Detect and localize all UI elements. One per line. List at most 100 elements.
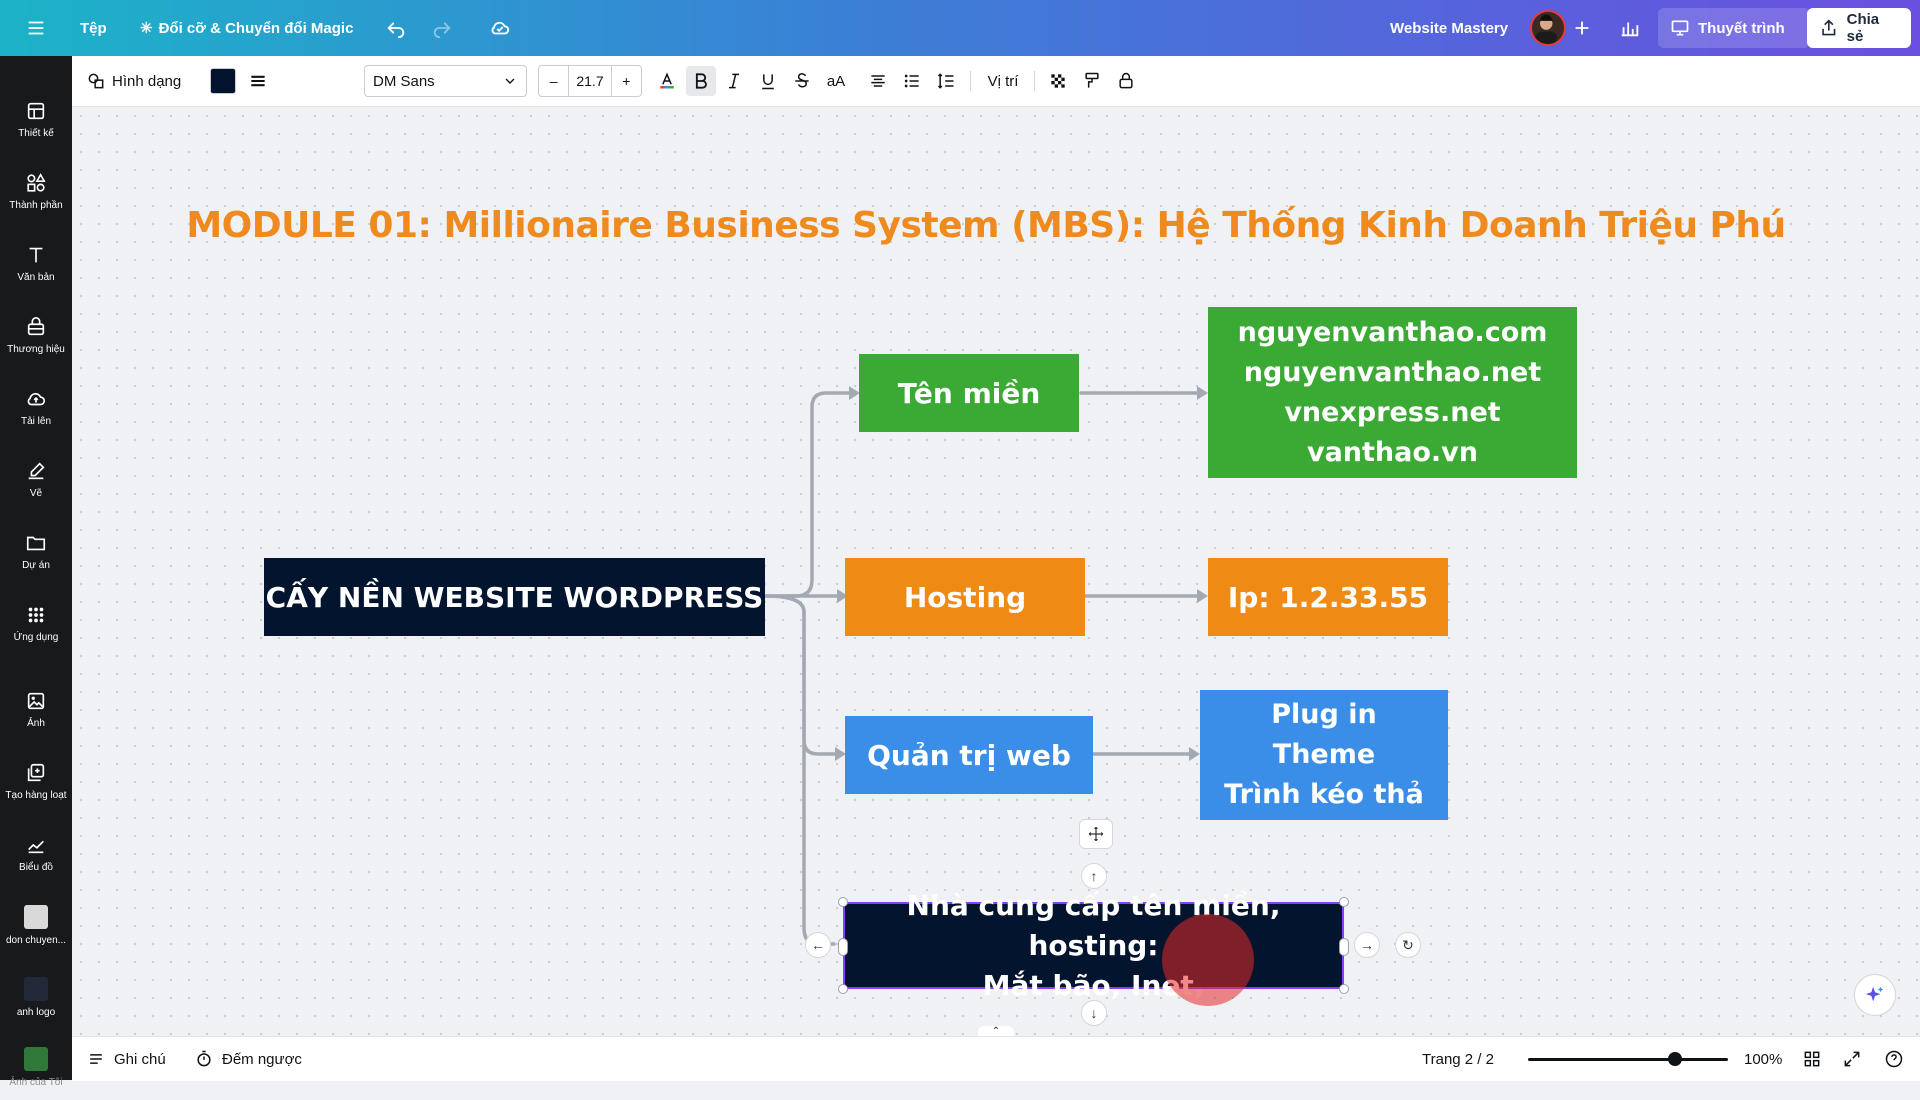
move-handle-icon[interactable] [1079, 819, 1113, 849]
timer-button[interactable]: Đếm ngược [194, 1037, 302, 1081]
lock-icon[interactable] [1112, 66, 1140, 96]
sidebar-item-brand[interactable]: Thương hiệu [0, 302, 72, 368]
shape-menu-button[interactable]: Hình dạng [86, 66, 181, 96]
file-menu[interactable]: Tệp [80, 0, 107, 56]
sidebar-item-my-photos[interactable]: Ảnh của Tôi [0, 1034, 72, 1100]
font-size-input[interactable]: 21.7 [569, 66, 612, 96]
pen-icon [28, 461, 45, 479]
sidebar-item-label: Ứng dụng [13, 631, 59, 643]
root-node-box[interactable]: CẤY NỀN WEBSITE WORDPRESS [264, 558, 765, 636]
resize-handle[interactable] [1339, 938, 1349, 956]
present-label: Thuyết trình [1698, 19, 1785, 37]
hamburger-menu-icon[interactable] [18, 0, 54, 56]
sidebar-item-bulk-create[interactable]: Tạo hàng loạt [0, 748, 72, 814]
rotate-icon[interactable]: ↻ [1395, 932, 1421, 958]
domain-node-box[interactable]: Tên miền [859, 354, 1079, 432]
hosting-node-box[interactable]: Hosting [845, 558, 1085, 636]
text-case-button[interactable]: aA [820, 66, 852, 96]
fill-color-button[interactable] [210, 66, 236, 96]
hosting-detail-box[interactable]: Ip: 1.2.33.55 [1208, 558, 1448, 636]
add-connector-down-icon[interactable]: ↓ [1081, 1000, 1107, 1026]
zoom-slider-track[interactable] [1528, 1058, 1728, 1061]
resize-handle[interactable] [1339, 984, 1349, 994]
sidebar-item-photos[interactable]: Ảnh [0, 676, 72, 742]
underline-icon[interactable] [754, 66, 782, 96]
resize-handle[interactable] [1339, 897, 1349, 907]
bullet-list-icon[interactable] [898, 66, 926, 96]
align-center-icon[interactable] [864, 66, 892, 96]
insights-chart-icon[interactable] [1612, 0, 1648, 56]
sidebar-item-custom-app[interactable]: don chuyen... [0, 892, 72, 958]
text-color-icon[interactable] [654, 66, 680, 96]
increase-font-size-button[interactable]: + [612, 66, 641, 96]
share-button[interactable]: Chia sẻ [1807, 8, 1911, 48]
sidebar-item-logo[interactable]: anh logo [0, 964, 72, 1030]
italic-icon[interactable] [720, 66, 748, 96]
magic-resize-button[interactable]: ✳ Đổi cỡ & Chuyển đổi Magic [140, 0, 353, 56]
add-connector-left-icon[interactable]: ← [805, 932, 831, 958]
grid-view-icon[interactable] [1802, 1037, 1822, 1081]
domain-detail-box[interactable]: nguyenvanthao.com nguyenvanthao.net vnex… [1208, 307, 1577, 478]
present-icon [1671, 20, 1689, 36]
my-photos-thumbnail [24, 1046, 48, 1071]
font-size-stepper[interactable]: – 21.7 + [538, 65, 642, 97]
fill-color-swatch [210, 68, 236, 94]
zoom-level[interactable]: 100% [1744, 1037, 1782, 1081]
selected-text-box[interactable]: Nhà cung cấp tên miền, hosting: Mắt bão,… [843, 889, 1344, 1002]
redo-icon[interactable] [424, 0, 460, 56]
sidebar-item-design[interactable]: Thiết kế [0, 86, 72, 152]
sidebar-item-draw[interactable]: Vẽ [0, 446, 72, 512]
help-icon[interactable] [1884, 1037, 1904, 1081]
add-connector-right-icon[interactable]: → [1354, 932, 1380, 958]
project-name[interactable]: Website Mastery [1390, 0, 1508, 56]
apps-grid-icon [28, 607, 44, 622]
resize-handle[interactable] [838, 984, 848, 994]
share-icon [1822, 19, 1836, 36]
admin-detail-line: Theme [1272, 739, 1376, 770]
cloud-saved-icon[interactable] [482, 0, 518, 56]
font-family-select[interactable]: DM Sans [364, 65, 527, 97]
sidebar-item-projects[interactable]: Dự án [0, 518, 72, 584]
selected-text-line[interactable]: Nhà cung cấp tên miền, hosting: [845, 886, 1342, 966]
sidebar-item-apps[interactable]: Ứng dụng [0, 590, 72, 656]
domain-detail-line: nguyenvanthao.com [1237, 316, 1548, 348]
toolbar-divider [970, 71, 971, 91]
sidebar-item-label: Thiết kế [18, 127, 54, 139]
position-button[interactable]: Vị trí [980, 66, 1026, 96]
toolbar-divider [1034, 71, 1035, 91]
transparency-icon[interactable] [1044, 66, 1072, 96]
add-collaborator-icon[interactable] [1564, 0, 1600, 56]
undo-icon[interactable] [378, 0, 414, 56]
border-style-icon[interactable] [244, 66, 272, 96]
slide-title[interactable]: MODULE 01: Millionaire Business System (… [0, 205, 1920, 246]
magic-assistant-icon[interactable] [1854, 974, 1896, 1016]
bold-icon[interactable] [686, 66, 716, 96]
sidebar-item-label: anh logo [16, 1006, 56, 1018]
domain-detail-line: nguyenvanthao.net [1243, 356, 1542, 388]
admin-node-box[interactable]: Quản trị web [845, 716, 1093, 794]
zoom-slider-knob[interactable] [1668, 1052, 1682, 1066]
custom-app-thumbnail [24, 904, 48, 929]
user-avatar[interactable] [1530, 10, 1566, 46]
resize-handle[interactable] [838, 897, 848, 907]
admin-detail-box[interactable]: Plug in Theme Trình kéo thả [1200, 690, 1448, 820]
paint-format-icon[interactable] [1078, 66, 1106, 96]
sidebar-item-label: Tạo hàng loạt [5, 789, 67, 801]
strikethrough-icon[interactable] [788, 66, 816, 96]
admin-detail-line: Trình kéo thả [1224, 779, 1424, 810]
timer-label: Đếm ngược [222, 1050, 302, 1068]
line-spacing-icon[interactable] [932, 66, 960, 96]
sidebar-item-charts[interactable]: Biểu đồ [0, 820, 72, 886]
resize-handle[interactable] [838, 938, 848, 956]
layout-icon [27, 102, 45, 119]
page-indicator[interactable]: Trang 2 / 2 [1422, 1037, 1494, 1081]
brand-icon [27, 316, 45, 335]
fullscreen-icon[interactable] [1842, 1037, 1862, 1081]
present-button[interactable]: Thuyết trình [1658, 8, 1810, 48]
notes-button[interactable]: Ghi chú [86, 1037, 166, 1081]
sidebar-item-label: Biểu đồ [19, 861, 53, 873]
image-icon [27, 692, 45, 709]
context-toolbar: Hình dạng DM Sans – 21.7 + aA Vị trí [72, 56, 1920, 107]
decrease-font-size-button[interactable]: – [539, 66, 570, 96]
sidebar-item-uploads[interactable]: Tải lên [0, 374, 72, 440]
